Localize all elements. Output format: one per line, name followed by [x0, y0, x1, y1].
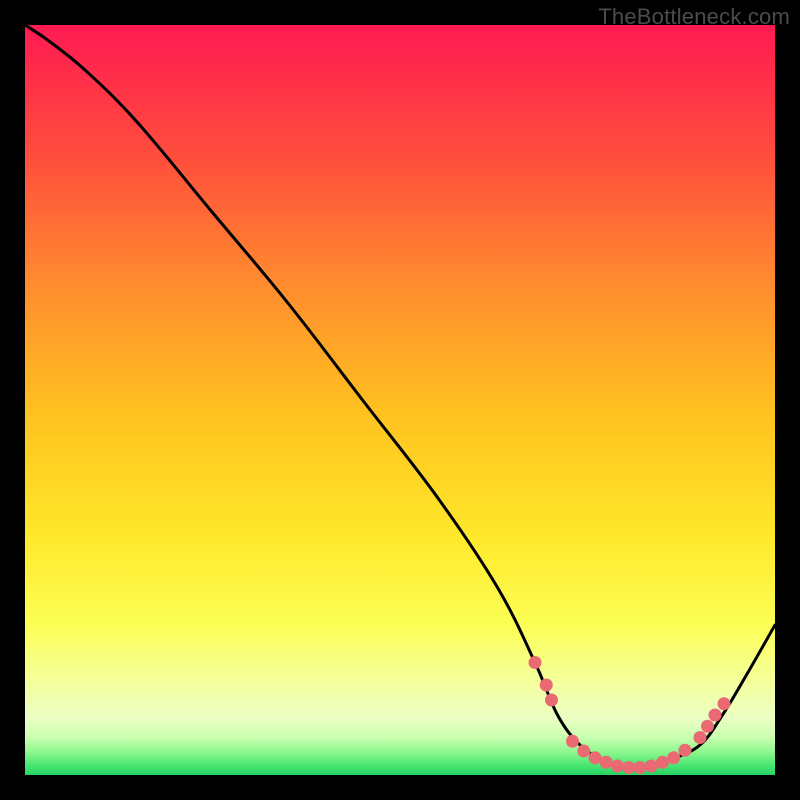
plot-area [25, 25, 775, 775]
highlight-dot [600, 756, 613, 769]
highlight-dot [718, 697, 731, 710]
highlight-dot [611, 760, 624, 773]
highlight-dot [566, 735, 579, 748]
highlight-dot [694, 731, 707, 744]
highlight-dot [634, 761, 647, 774]
highlight-dot [656, 756, 669, 769]
highlight-dot [679, 744, 692, 757]
highlight-dot [540, 679, 553, 692]
highlight-dot [545, 694, 558, 707]
highlight-dot [577, 745, 590, 758]
bottleneck-curve [25, 25, 775, 769]
highlight-dot [701, 720, 714, 733]
highlight-dot [709, 709, 722, 722]
highlight-dot [667, 751, 680, 764]
highlight-dot [622, 761, 635, 774]
highlight-dot [529, 656, 542, 669]
chart-stage: TheBottleneck.com [0, 0, 800, 800]
watermark-text: TheBottleneck.com [598, 4, 790, 30]
highlight-dot [589, 751, 602, 764]
curve-layer [25, 25, 775, 775]
highlight-dot [645, 760, 658, 773]
